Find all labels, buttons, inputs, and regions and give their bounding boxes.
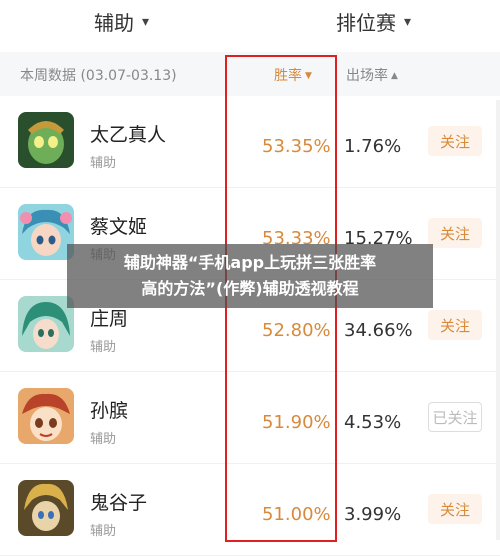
hero-name: 孙膑 <box>90 400 129 422</box>
hero-portrait-icon <box>18 296 74 352</box>
follow-button[interactable]: 关注 <box>428 310 482 340</box>
hero-role: 辅助 <box>90 432 117 447</box>
caption-line-1: 辅助神器“手机app上玩拼三张胜率 <box>123 253 377 272</box>
hero-role: 辅助 <box>90 524 117 539</box>
hero-list: 太乙真人 辅助 53.35% 1.76% 关注 蔡文姬 辅助 53.33% 15… <box>0 96 500 556</box>
pick-rate-value: 1.76% <box>344 136 402 157</box>
avatar <box>18 296 74 352</box>
win-rate-label: 胜率 <box>274 68 302 84</box>
stats-header: 本周数据 (03.07-03.13) 胜率 ▼ 出场率 ▲ <box>0 52 500 96</box>
win-rate-value: 53.35% <box>262 136 331 157</box>
hero-portrait-icon <box>18 112 74 168</box>
followed-button[interactable]: 已关注 <box>428 402 482 432</box>
hero-role: 辅助 <box>90 340 117 355</box>
pick-rate-value: 3.99% <box>344 504 402 525</box>
tab-role-label: 辅助 <box>94 11 134 35</box>
sort-up-icon: ▲ <box>391 71 398 81</box>
hero-name: 太乙真人 <box>90 124 167 146</box>
pick-rate-value: 4.53% <box>344 412 402 433</box>
hero-portrait-icon <box>18 204 74 260</box>
tab-mode-label: 排位赛 <box>336 11 396 35</box>
list-item[interactable]: 太乙真人 辅助 53.35% 1.76% 关注 <box>0 96 500 188</box>
sort-pick-rate[interactable]: 出场率 ▲ <box>346 65 398 85</box>
avatar <box>18 480 74 536</box>
hero-role: 辅助 <box>90 156 117 171</box>
caption-overlay: 辅助神器“手机app上玩拼三张胜率 高的方法”(作弊)辅助透视教程 <box>67 244 433 308</box>
hero-name: 庄周 <box>90 308 129 330</box>
follow-button[interactable]: 关注 <box>428 126 482 156</box>
avatar <box>18 112 74 168</box>
list-item[interactable]: 鬼谷子 辅助 51.00% 3.99% 关注 <box>0 464 500 556</box>
sort-win-rate[interactable]: 胜率 ▼ <box>274 65 312 85</box>
pick-rate-value: 34.66% <box>344 320 413 341</box>
top-tabs: 辅助 ▾ 排位赛 ▾ <box>0 0 500 44</box>
win-rate-value: 51.90% <box>262 412 331 433</box>
list-item[interactable]: 孙膑 辅助 51.90% 4.53% 已关注 <box>0 372 500 464</box>
hero-name: 鬼谷子 <box>90 492 148 514</box>
scrollbar-track[interactable] <box>496 100 500 540</box>
avatar <box>18 204 74 260</box>
avatar <box>18 388 74 444</box>
sort-down-icon: ▼ <box>305 71 312 81</box>
week-range-label: 本周数据 (03.07-03.13) <box>20 68 177 84</box>
chevron-down-icon: ▾ <box>142 13 150 30</box>
follow-button[interactable]: 关注 <box>428 218 482 248</box>
tab-role[interactable]: 辅助 ▾ <box>94 7 149 36</box>
hero-portrait-icon <box>18 480 74 536</box>
hero-name: 蔡文姬 <box>90 216 148 238</box>
tab-mode[interactable]: 排位赛 ▾ <box>336 7 411 36</box>
chevron-down-icon: ▾ <box>404 13 412 30</box>
pick-rate-label: 出场率 <box>346 68 388 84</box>
hero-portrait-icon <box>18 388 74 444</box>
caption-line-2: 高的方法”(作弊)辅助透视教程 <box>141 279 359 298</box>
win-rate-value: 51.00% <box>262 504 331 525</box>
win-rate-value: 52.80% <box>262 320 331 341</box>
follow-button[interactable]: 关注 <box>428 494 482 524</box>
